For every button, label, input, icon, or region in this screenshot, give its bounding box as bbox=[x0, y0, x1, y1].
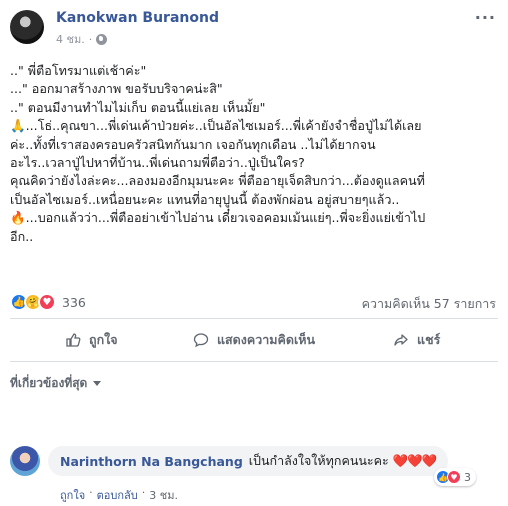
globe-icon bbox=[96, 33, 108, 45]
comment-text: เป็นกำลังใจให้ทุกคนนะคะ bbox=[248, 453, 389, 468]
comment-actions: ถูกใจ · ตอบกลับ · 3 ชม. bbox=[60, 486, 178, 504]
comment-hearts: ❤️❤️❤️ bbox=[392, 453, 438, 468]
comment-bubble: Narinthorn Na Bangchang เป็นกำลังใจให้ทุ… bbox=[48, 446, 449, 476]
divider bbox=[10, 361, 498, 362]
author-avatar[interactable] bbox=[10, 10, 44, 44]
thumbs-up-icon bbox=[66, 333, 81, 347]
comment-bubble-icon bbox=[193, 333, 209, 348]
caret-down-icon bbox=[93, 381, 102, 386]
post-line: 🔥...บอกแล้วว่า...พี่ตืออย่าเข้าไปอ่าน เด… bbox=[10, 210, 426, 226]
dot-separator: · bbox=[89, 486, 93, 499]
commenter-avatar[interactable] bbox=[10, 446, 40, 476]
share-button[interactable]: แชร์ bbox=[335, 323, 498, 357]
post-line: อะไร..เวลาปู่ไปหาที่บ้าน..พี่เด่นถามพี่ต… bbox=[10, 155, 305, 171]
comment-button[interactable]: แสดงความคิดเห็น bbox=[173, 323, 336, 357]
meta-separator: · bbox=[88, 32, 93, 46]
comment-reactions[interactable]: 👍 ♥ 3 bbox=[434, 468, 476, 486]
comment-like-link[interactable]: ถูกใจ bbox=[60, 486, 85, 504]
like-button[interactable]: ถูกใจ bbox=[10, 323, 173, 357]
action-bar: ถูกใจ แสดงความคิดเห็น แชร์ bbox=[10, 323, 498, 357]
comment-count-link[interactable]: ความคิดเห็น 57 รายการ bbox=[362, 294, 496, 314]
love-reaction-icon: ♥ bbox=[447, 470, 461, 484]
comment-reply-link[interactable]: ตอบกลับ bbox=[97, 486, 138, 504]
share-arrow-icon bbox=[394, 334, 408, 346]
post-line: คุณคิดว่ายังไงล่ะคะ...ลองมองอีกมุมนะคะ พ… bbox=[10, 173, 425, 189]
more-options-button[interactable]: ··· bbox=[475, 8, 496, 27]
commenter-name[interactable]: Narinthorn Na Bangchang bbox=[60, 454, 243, 469]
divider bbox=[10, 318, 498, 319]
post-line: .." ตอนมีงานทำไมไม่เก็บ ตอนนี้แย่เลย เห็… bbox=[10, 99, 266, 115]
comment-sort-label: ที่เกี่ยวข้องที่สุด bbox=[10, 376, 88, 390]
post-line: อีก.. bbox=[10, 228, 34, 244]
post-line: 🙏...โธ่..คุณขา...พี่เด่นเค้าป่วยค่ะ..เป็… bbox=[10, 118, 422, 134]
post-line: ..." ออกมาสร้างภาพ ขอรับบริจาคน่ะสิ" bbox=[10, 81, 223, 97]
comment-reaction-count: 3 bbox=[464, 470, 471, 484]
post-line: .." พี่ตือโทรมาแต่เช้าค่ะ" bbox=[10, 63, 147, 78]
dot-separator: · bbox=[141, 486, 146, 499]
post-meta: 4 ชม. · bbox=[56, 30, 108, 48]
post-header: Kanokwan Buranond 4 ชม. · ··· bbox=[10, 6, 500, 46]
share-label: แชร์ bbox=[417, 332, 441, 347]
post-text: .." พี่ตือโทรมาแต่เช้าค่ะ" ..." ออกมาสร้… bbox=[10, 62, 500, 246]
reaction-summary[interactable]: 👍 🤗 ♥ 336 bbox=[10, 292, 86, 312]
post-time[interactable]: 4 ชม. bbox=[56, 30, 85, 48]
post-line: เป็นอัลไซเมอร์..เหนื่อยนะคะ แทนที่อายุปู… bbox=[10, 191, 400, 207]
post-line: ค่ะ..ทั้งที่เราสองครอบครัวสนิทกันมาก เจอ… bbox=[10, 136, 376, 152]
comment-time[interactable]: 3 ชม. bbox=[149, 486, 178, 504]
reaction-count[interactable]: 336 bbox=[62, 295, 86, 310]
comment-label: แสดงความคิดเห็น bbox=[216, 332, 316, 347]
love-reaction-icon: ♥ bbox=[38, 293, 56, 311]
author-name[interactable]: Kanokwan Buranond bbox=[56, 10, 219, 26]
like-label: ถูกใจ bbox=[89, 332, 118, 347]
comment-sort-dropdown[interactable]: ที่เกี่ยวข้องที่สุด bbox=[10, 374, 102, 393]
